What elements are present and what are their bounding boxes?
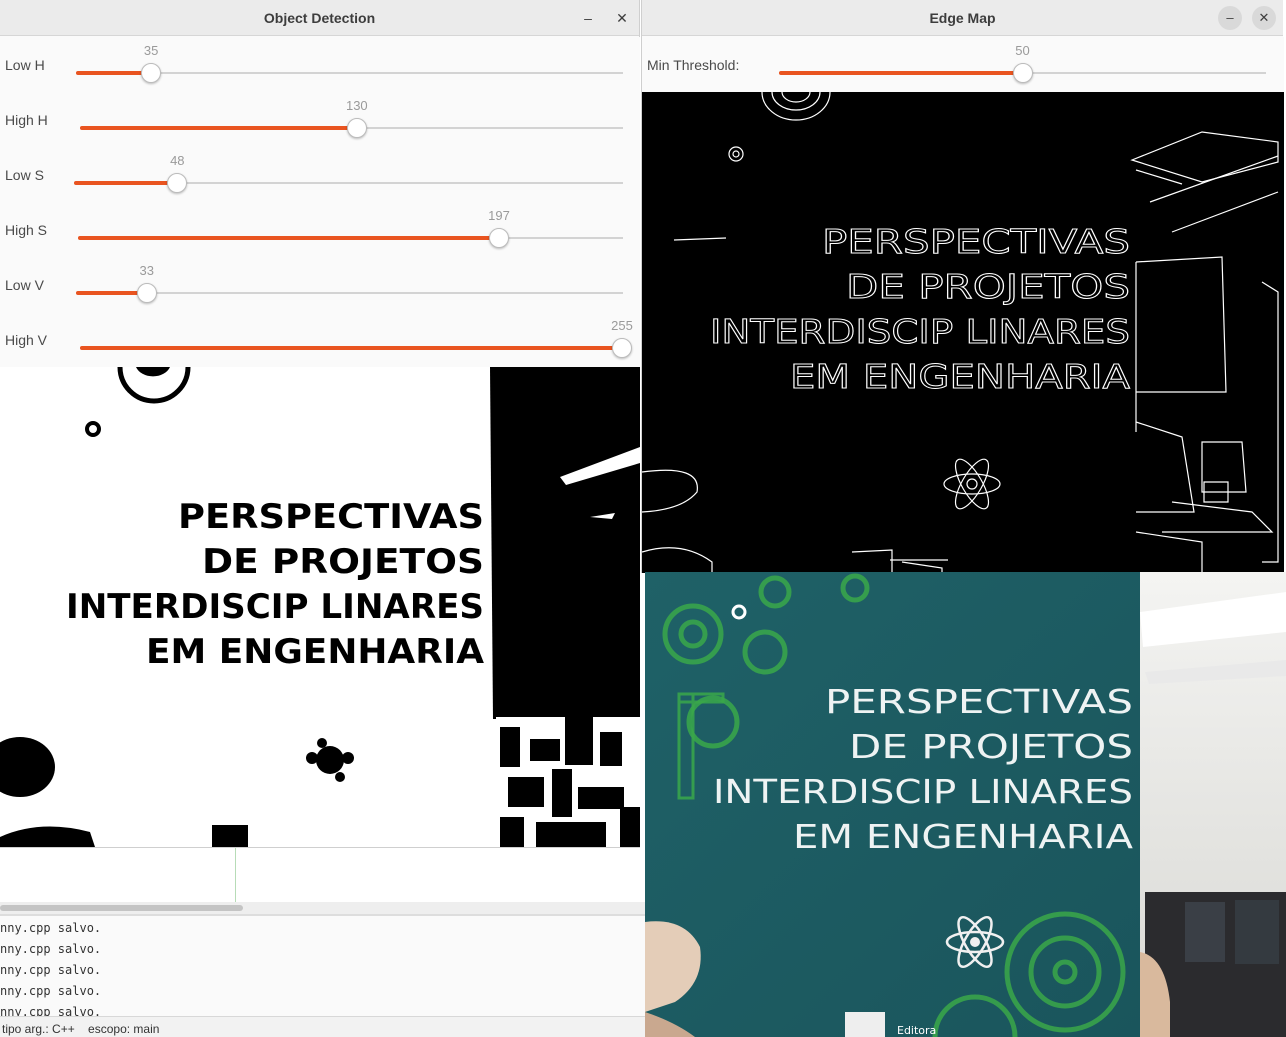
trackbar-min-threshold: Min Threshold: 50	[642, 37, 1284, 92]
editor-margin-line	[235, 846, 236, 902]
mask-drawing: PERSPECTIVAS DE PROJETOS INTERDISCIP LIN…	[0, 367, 640, 847]
close-button[interactable]: ✕	[1252, 6, 1276, 30]
trackbar-handle[interactable]	[141, 63, 162, 83]
trackbar-high-h: High H 130	[0, 92, 640, 147]
window-title: Edge Map	[929, 10, 996, 26]
camera-text-line-4: EM ENGENHARIA	[793, 817, 1134, 856]
log-line: nny.cpp salvo.	[0, 984, 102, 998]
trackbar-track[interactable]	[74, 173, 623, 193]
camera-frame-image: PERSPECTIVAS DE PROJETOS INTERDISCIP LIN…	[645, 572, 1286, 1037]
trackbar-value: 48	[170, 153, 185, 168]
ide-background: nny.cpp salvo. nny.cpp salvo. nny.cpp sa…	[0, 846, 645, 1037]
camera-text-line-3: INTERDISCIP LINARES	[713, 772, 1133, 811]
window-title: Object Detection	[263, 10, 376, 26]
trackbar-value: 130	[345, 98, 368, 113]
trackbar-fill	[80, 346, 622, 350]
edge-text-line-2: DE PROJETOS	[846, 267, 1130, 306]
trackbar-label: High S	[5, 222, 48, 238]
code-editor[interactable]	[0, 846, 645, 902]
mask-text-line-4: EM ENGENHARIA	[146, 632, 485, 672]
trackbar-track[interactable]	[76, 63, 623, 83]
edge-map-image: PERSPECTIVAS DE PROJETOS INTERDISCIP LIN…	[642, 92, 1284, 573]
trackbar-handle[interactable]	[489, 228, 509, 248]
camera-text-line-2: DE PROJETOS	[849, 727, 1133, 766]
trackbar-fill	[78, 236, 499, 240]
trackbar-label: High H	[5, 112, 48, 128]
threshold-mask-image: PERSPECTIVAS DE PROJETOS INTERDISCIP LIN…	[0, 367, 640, 847]
trackbar-fill	[74, 181, 178, 185]
trackbar-fill	[80, 126, 357, 130]
trackbar-track[interactable]	[779, 63, 1266, 83]
edge-map-window: Edge Map – ✕ Min Threshold: 50 PERSPECTI…	[641, 0, 1284, 573]
mask-text-line-1: PERSPECTIVAS	[178, 497, 484, 537]
trackbar-low-h: Low H 35	[0, 37, 640, 92]
trackbar-fill	[76, 71, 152, 75]
camera-frame-window: PERSPECTIVAS DE PROJETOS INTERDISCIP LIN…	[645, 572, 1286, 1037]
edge-text-line-4: EM ENGENHARIA	[790, 357, 1131, 396]
trackbar-high-v: High V 255	[0, 312, 640, 367]
status-bar: tipo arg.: C++ escopo: main	[0, 1016, 645, 1037]
log-line: nny.cpp salvo.	[0, 921, 102, 935]
trackbar-label: Low H	[5, 57, 45, 73]
camera-drawing: PERSPECTIVAS DE PROJETOS INTERDISCIP LIN…	[645, 572, 1286, 1037]
edge-text-line-1: PERSPECTIVAS	[822, 222, 1130, 261]
horizontal-scrollbar[interactable]	[0, 902, 645, 914]
trackbar-handle[interactable]	[1012, 63, 1033, 83]
publisher-label: Editora	[897, 1024, 936, 1037]
message-log: nny.cpp salvo. nny.cpp salvo. nny.cpp sa…	[0, 918, 645, 1023]
edge-map-titlebar[interactable]: Edge Map – ✕	[642, 0, 1283, 36]
trackbar-label: Low S	[5, 167, 44, 183]
log-line: nny.cpp salvo.	[0, 963, 102, 977]
panel-divider	[0, 914, 645, 916]
trackbar-track[interactable]	[80, 118, 623, 138]
trackbar-low-s: Low S 48	[0, 147, 640, 202]
trackbar-panel: Min Threshold: 50	[642, 37, 1284, 92]
log-line: nny.cpp salvo.	[0, 942, 102, 956]
camera-text-line-1: PERSPECTIVAS	[825, 682, 1133, 721]
scrollbar-thumb[interactable]	[0, 905, 243, 911]
trackbar-value: 33	[139, 263, 155, 278]
object-detection-titlebar[interactable]: Object Detection – ✕	[0, 0, 639, 36]
trackbar-value: 255	[611, 318, 633, 333]
trackbar-low-v: Low V 33	[0, 257, 640, 312]
trackbar-track[interactable]	[78, 228, 623, 248]
trackbar-handle[interactable]	[167, 173, 188, 193]
trackbar-label: Min Threshold:	[647, 57, 740, 73]
trackbar-handle[interactable]	[136, 283, 157, 303]
minimize-button[interactable]: –	[1218, 6, 1242, 30]
trackbar-value: 197	[488, 208, 510, 223]
trackbar-handle[interactable]	[346, 118, 367, 138]
mask-text-line-2: DE PROJETOS	[202, 542, 484, 582]
trackbar-label: Low V	[5, 277, 44, 293]
trackbar-value: 50	[1015, 43, 1030, 58]
trackbar-value: 35	[143, 43, 159, 58]
trackbar-track[interactable]	[76, 283, 623, 303]
close-button[interactable]: ✕	[612, 8, 632, 28]
trackbar-label: High V	[5, 332, 48, 348]
trackbar-handle[interactable]	[612, 338, 632, 358]
trackbar-track[interactable]	[80, 338, 632, 358]
trackbar-fill	[779, 71, 1023, 75]
edge-text-line-3: INTERDISCIP LINARES	[710, 312, 1130, 351]
edge-drawing: PERSPECTIVAS DE PROJETOS INTERDISCIP LIN…	[642, 92, 1284, 573]
object-detection-window: Object Detection – ✕ Low H 35 High H 130…	[0, 0, 640, 848]
minimize-button[interactable]: –	[578, 8, 598, 28]
mask-text-line-3: INTERDISCIP LINARES	[66, 587, 484, 627]
trackbar-panel: Low H 35 High H 130 Low S 48 High S 197 …	[0, 37, 640, 367]
trackbar-high-s: High S 197	[0, 202, 640, 257]
